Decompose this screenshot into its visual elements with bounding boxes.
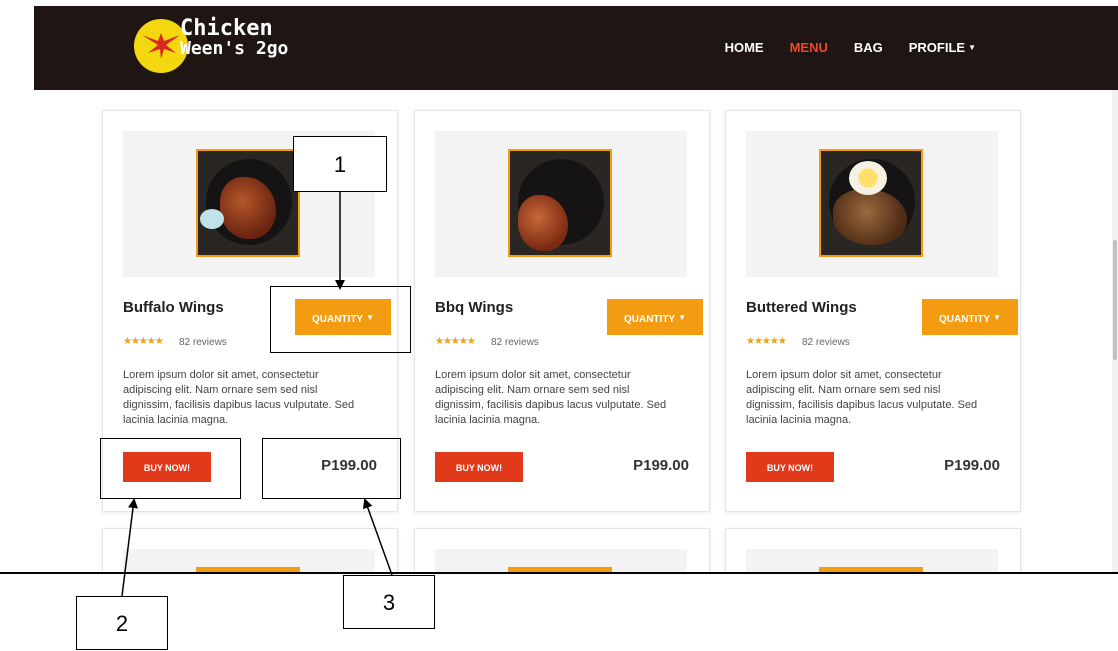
arrow-2 bbox=[121, 498, 138, 597]
callout-arrows bbox=[121, 192, 393, 597]
arrow-3 bbox=[363, 498, 393, 576]
